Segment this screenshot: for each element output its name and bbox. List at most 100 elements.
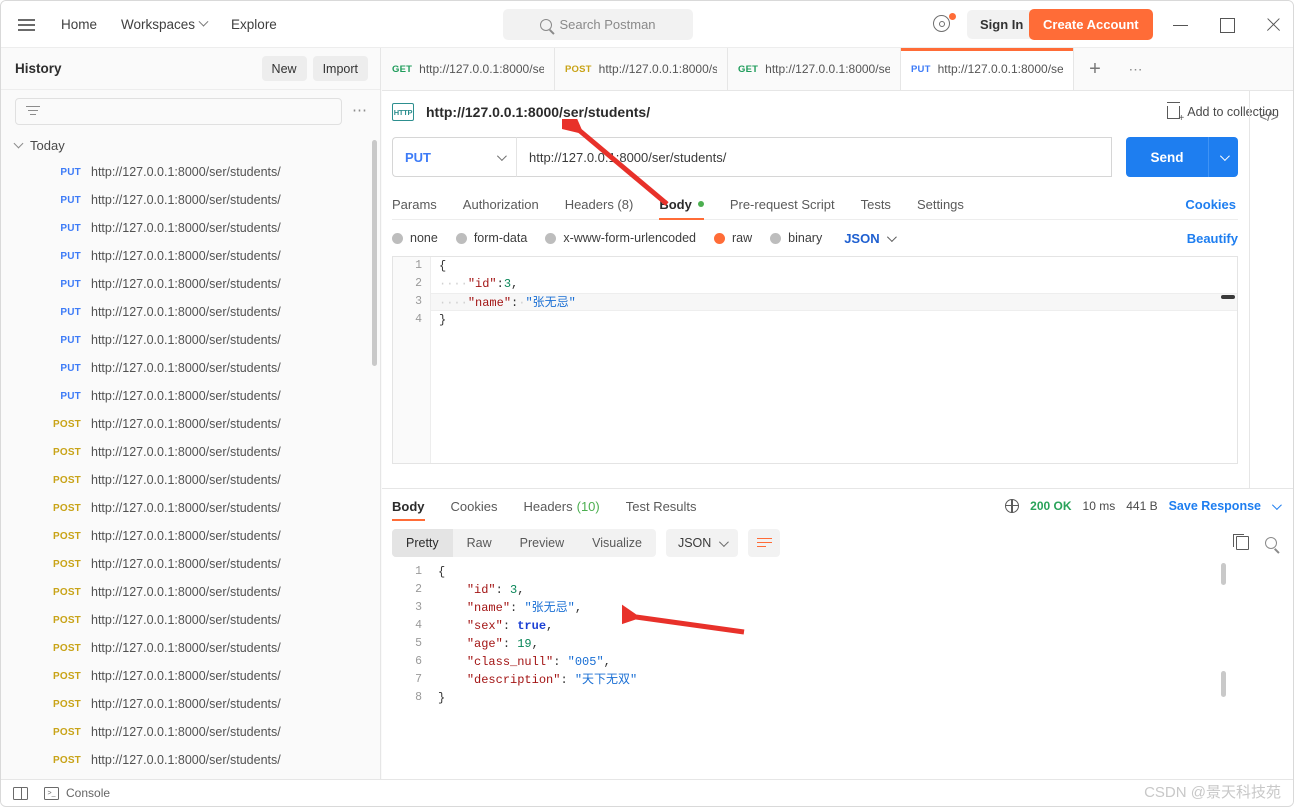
chevron-down-icon[interactable] — [1271, 499, 1282, 510]
view-visualize[interactable]: Visualize — [578, 529, 656, 557]
response-code-area: { "id": 3, "name": "张无忌", "sex": true, "… — [430, 563, 1238, 763]
history-item[interactable]: PUT http://127.0.0.1:8000/ser/students/ — [1, 158, 380, 186]
sidebar-toggle-icon[interactable] — [13, 786, 28, 800]
code-icon[interactable]: </> — [1253, 103, 1285, 129]
tab-settings[interactable]: Settings — [917, 189, 964, 219]
history-item[interactable]: POST http://127.0.0.1:8000/ser/students/ — [1, 550, 380, 578]
tab-more-icon[interactable]: ⋯ — [1116, 48, 1156, 90]
history-item[interactable]: PUT http://127.0.0.1:8000/ser/students/ — [1, 186, 380, 214]
method-dropdown[interactable]: PUT — [392, 137, 516, 177]
history-item[interactable]: PUT http://127.0.0.1:8000/ser/students/ — [1, 214, 380, 242]
history-item[interactable]: POST http://127.0.0.1:8000/ser/students/ — [1, 662, 380, 690]
settings-button[interactable] — [933, 13, 957, 37]
request-code-area[interactable]: { ····"id":3, ····"name":·"张无忌" } — [431, 257, 1237, 463]
cookies-link[interactable]: Cookies — [1185, 197, 1236, 212]
tab-body[interactable]: Body — [659, 189, 704, 220]
request-body-editor[interactable]: 1 2 3 4 { ····"id":3, ····"name":·"张无忌" } — [392, 256, 1238, 464]
view-preview[interactable]: Preview — [506, 529, 578, 557]
nav-workspaces-label: Workspaces — [121, 16, 196, 32]
close-icon[interactable] — [1261, 13, 1285, 37]
history-item-method: POST — [52, 558, 81, 570]
history-item[interactable]: POST http://127.0.0.1:8000/ser/students/ — [1, 634, 380, 662]
history-filter-input[interactable] — [15, 97, 342, 125]
response-format-dropdown[interactable]: JSON — [665, 529, 739, 557]
history-item[interactable]: PUT http://127.0.0.1:8000/ser/students/ — [1, 298, 380, 326]
response-tab-headers[interactable]: Headers (10) — [523, 489, 599, 523]
history-item[interactable]: POST http://127.0.0.1:8000/ser/students/ — [1, 690, 380, 718]
import-button[interactable]: Import — [312, 56, 368, 81]
tab-authorization[interactable]: Authorization — [463, 189, 539, 219]
more-options-icon[interactable]: ⋯ — [352, 103, 368, 118]
maximize-icon[interactable] — [1215, 13, 1239, 37]
history-item[interactable]: POST http://127.0.0.1:8000/ser/students/ — [1, 718, 380, 746]
url-input[interactable]: http://127.0.0.1:8000/ser/students/ — [516, 137, 1112, 177]
history-item-url: http://127.0.0.1:8000/ser/students/ — [91, 641, 281, 655]
request-tab[interactable]: POST http://127.0.0.1:8000/ser — [555, 48, 728, 90]
history-item-method: PUT — [60, 278, 81, 290]
response-scrollbar[interactable] — [1221, 563, 1226, 763]
chevron-down-icon — [198, 16, 209, 27]
save-response-button[interactable]: Save Response — [1169, 499, 1261, 513]
history-item[interactable]: POST http://127.0.0.1:8000/ser/students/ — [1, 578, 380, 606]
response-body-editor[interactable]: 1 2 3 4 5 6 7 8 { "id": 3, "name": "张无忌", "sex"… — [392, 563, 1238, 763]
history-item[interactable]: POST http://127.0.0.1:8000/ser/students/ — [1, 438, 380, 466]
response-tab-cookies[interactable]: Cookies — [451, 489, 498, 523]
search-input[interactable]: Search Postman — [503, 9, 693, 40]
history-item[interactable]: POST http://127.0.0.1:8000/ser/students/ — [1, 410, 380, 438]
nav-home[interactable]: Home — [61, 17, 97, 32]
nav-explore[interactable]: Explore — [231, 17, 277, 32]
body-type-raw[interactable]: raw — [714, 231, 752, 245]
history-item[interactable]: POST http://127.0.0.1:8000/ser/students/ — [1, 466, 380, 494]
history-item[interactable]: POST http://127.0.0.1:8000/ser/students/ — [1, 746, 380, 774]
radio-icon-selected — [714, 232, 725, 244]
search-icon[interactable] — [1265, 537, 1277, 549]
request-tab[interactable]: PUT http://127.0.0.1:8000/ser/s — [901, 48, 1074, 90]
history-item-url: http://127.0.0.1:8000/ser/students/ — [91, 557, 281, 571]
view-pretty[interactable]: Pretty — [392, 529, 453, 557]
response-tab-body[interactable]: Body — [392, 489, 425, 523]
copy-icon[interactable] — [1233, 534, 1249, 550]
body-type-none-label: none — [410, 231, 438, 245]
sidebar-scrollbar[interactable] — [372, 140, 377, 366]
create-account-button[interactable]: Create Account — [1029, 9, 1153, 40]
nav-workspaces[interactable]: Workspaces — [121, 16, 209, 32]
tab-headers[interactable]: Headers (8) — [565, 189, 634, 219]
body-type-binary[interactable]: binary — [770, 231, 822, 245]
send-options-button[interactable] — [1208, 137, 1238, 177]
beautify-button[interactable]: Beautify — [1187, 231, 1238, 246]
request-tab[interactable]: GET http://127.0.0.1:8000/ser/ — [728, 48, 901, 90]
sign-in-button[interactable]: Sign In — [967, 10, 1037, 39]
history-item[interactable]: PUT http://127.0.0.1:8000/ser/students/ — [1, 354, 380, 382]
history-item-method: PUT — [60, 250, 81, 262]
plus-icon[interactable]: + — [1074, 48, 1116, 90]
body-format-dropdown[interactable]: JSON — [844, 231, 897, 246]
response-tab-test-results[interactable]: Test Results — [626, 489, 697, 523]
history-item[interactable]: POST http://127.0.0.1:8000/ser/students/ — [1, 494, 380, 522]
response-view-toolbar: Pretty Raw Preview Visualize JSON — [382, 523, 1293, 563]
tab-tests[interactable]: Tests — [861, 189, 891, 219]
send-button[interactable]: Send — [1126, 137, 1208, 177]
tab-pre-request-script[interactable]: Pre-request Script — [730, 189, 835, 219]
body-type-none[interactable]: none — [392, 231, 438, 245]
history-item[interactable]: POST http://127.0.0.1:8000/ser/students/ — [1, 606, 380, 634]
console-button[interactable]: >_ Console — [44, 786, 110, 800]
minimize-icon[interactable] — [1169, 13, 1193, 37]
history-group-today[interactable]: Today — [1, 132, 380, 158]
history-item[interactable]: PUT http://127.0.0.1:8000/ser/students/ — [1, 326, 380, 354]
history-item[interactable]: PUT http://127.0.0.1:8000/ser/students/ — [1, 382, 380, 410]
history-item[interactable]: POST http://127.0.0.1:8000/ser/students/ — [1, 522, 380, 550]
view-raw[interactable]: Raw — [453, 529, 506, 557]
request-tab[interactable]: GET http://127.0.0.1:8000/ser/ — [382, 48, 555, 90]
body-type-form-data[interactable]: form-data — [455, 231, 527, 245]
new-button[interactable]: New — [261, 56, 307, 81]
history-item-method: POST — [52, 502, 81, 514]
request-editor-scrollbar[interactable] — [1221, 295, 1235, 299]
history-item[interactable]: PUT http://127.0.0.1:8000/ser/students/ — [1, 242, 380, 270]
history-item[interactable]: PUT http://127.0.0.1:8000/ser/students/ — [1, 270, 380, 298]
response-meta: 200 OK 10 ms 441 B Save Response — [1004, 498, 1293, 513]
body-type-urlencoded[interactable]: x-www-form-urlencoded — [545, 231, 696, 245]
chevron-down-icon — [719, 536, 730, 547]
word-wrap-button[interactable] — [748, 529, 781, 557]
hamburger-icon[interactable] — [17, 14, 37, 34]
tab-params[interactable]: Params — [392, 189, 437, 219]
